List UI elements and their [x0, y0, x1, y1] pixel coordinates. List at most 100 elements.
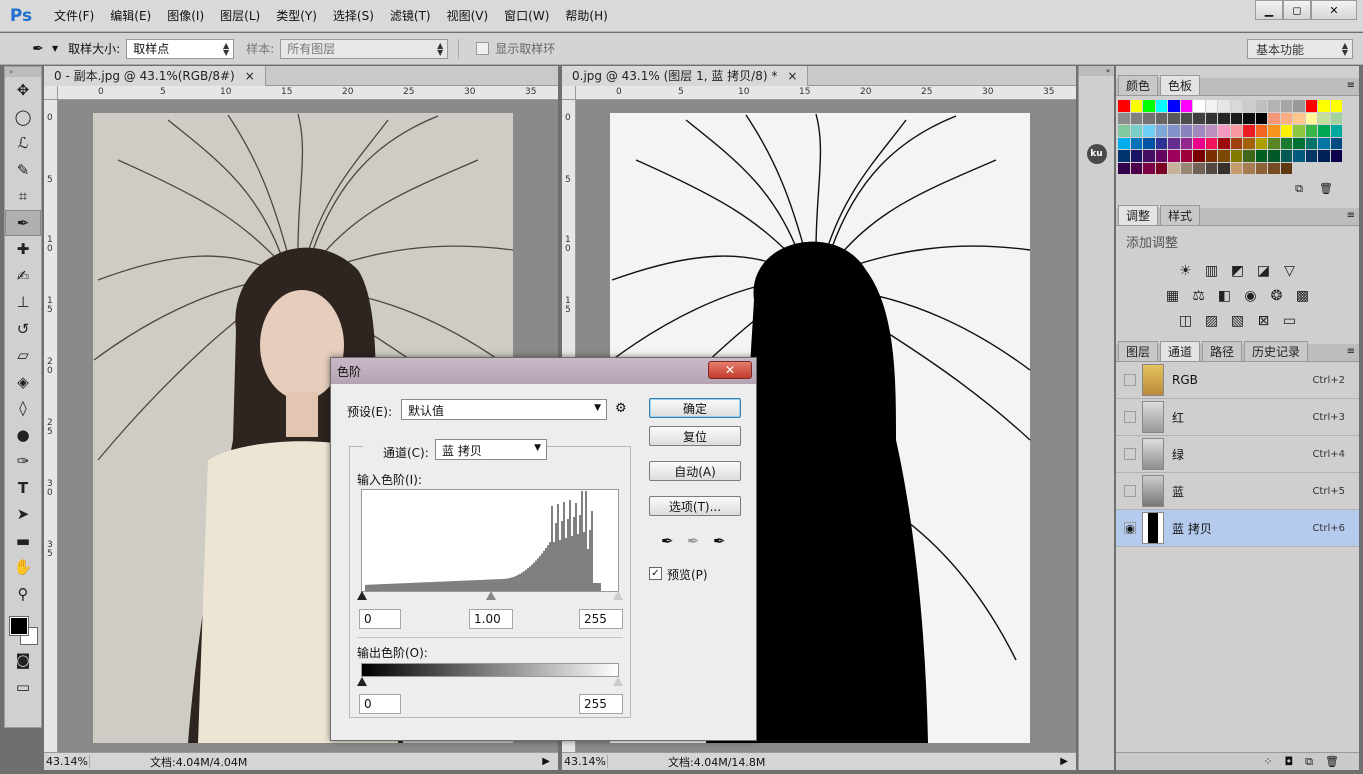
tab-color[interactable]: 颜色 — [1118, 75, 1159, 95]
zoom-level[interactable]: 43.14% — [562, 755, 608, 768]
color-swatch[interactable] — [1155, 112, 1167, 124]
color-swatch[interactable] — [1305, 150, 1317, 162]
color-swatch[interactable] — [1118, 137, 1130, 149]
blur-tool-icon[interactable]: ◊ — [5, 395, 41, 422]
close-icon[interactable]: × — [245, 69, 255, 83]
color-swatch[interactable] — [1318, 137, 1330, 149]
input-white-field[interactable]: 255 — [579, 609, 623, 629]
color-swatch[interactable] — [1155, 150, 1167, 162]
tab-channels[interactable]: 通道 — [1160, 341, 1201, 361]
input-gamma-field[interactable]: 1.00 — [469, 609, 513, 629]
color-swatch[interactable] — [1180, 125, 1192, 137]
color-swatch[interactable] — [1330, 137, 1342, 149]
threshold-icon[interactable]: ▧ — [1228, 312, 1248, 330]
panel-grip[interactable]: « — [1079, 66, 1114, 76]
kuler-icon[interactable]: ku — [1086, 144, 1107, 164]
play-icon[interactable]: ▶ — [542, 756, 550, 767]
foreground-color-swatch[interactable] — [9, 616, 29, 636]
path-select-tool-icon[interactable]: ➤ — [5, 501, 41, 528]
color-swatch[interactable] — [1168, 112, 1180, 124]
color-swatch[interactable] — [1268, 150, 1280, 162]
eraser-tool-icon[interactable]: ▱ — [5, 342, 41, 369]
color-swatch[interactable] — [1205, 100, 1217, 112]
black-white-icon[interactable]: ◧ — [1215, 287, 1235, 305]
history-brush-tool-icon[interactable]: ↺ — [5, 316, 41, 343]
channel-mixer-icon[interactable]: ❂ — [1267, 287, 1287, 305]
posterize-icon[interactable]: ▨ — [1202, 312, 1222, 330]
color-swatch[interactable] — [1180, 137, 1192, 149]
tab-styles[interactable]: 样式 — [1160, 205, 1201, 225]
options-button[interactable]: 选项(T)... — [649, 496, 741, 516]
color-swatch[interactable] — [1268, 137, 1280, 149]
marquee-tool-icon[interactable]: ◯ — [5, 104, 41, 131]
color-swatch[interactable] — [1143, 162, 1155, 174]
color-swatch[interactable] — [1268, 112, 1280, 124]
menu-view[interactable]: 视图(V) — [439, 7, 497, 24]
color-swatch[interactable] — [1143, 150, 1155, 162]
paint-bucket-tool-icon[interactable]: ◈ — [5, 369, 41, 396]
reset-button[interactable]: 复位 — [649, 426, 741, 446]
document-info[interactable]: 文档:4.04M/4.04M — [150, 754, 247, 770]
color-swatch[interactable] — [1330, 125, 1342, 137]
color-swatch[interactable] — [1143, 112, 1155, 124]
color-swatch[interactable] — [1293, 137, 1305, 149]
menu-edit[interactable]: 编辑(E) — [102, 7, 159, 24]
color-balance-icon[interactable]: ⚖ — [1189, 287, 1209, 305]
color-swatch[interactable] — [1293, 125, 1305, 137]
input-black-field[interactable]: 0 — [359, 609, 401, 629]
color-swatch[interactable] — [1255, 162, 1267, 174]
color-swatch[interactable] — [1293, 150, 1305, 162]
color-swatch[interactable] — [1193, 162, 1205, 174]
panel-menu-icon[interactable]: ≡ — [1347, 210, 1355, 221]
color-swatch[interactable] — [1205, 112, 1217, 124]
color-swatch[interactable] — [1168, 125, 1180, 137]
color-swatch[interactable] — [1255, 150, 1267, 162]
document-info[interactable]: 文档:4.04M/14.8M — [668, 754, 765, 770]
color-swatch[interactable] — [1218, 162, 1230, 174]
color-swatch[interactable] — [1193, 137, 1205, 149]
color-swatch[interactable] — [1330, 100, 1342, 112]
color-swatch[interactable] — [1230, 162, 1242, 174]
color-swatch[interactable] — [1318, 100, 1330, 112]
color-swatch[interactable] — [1305, 112, 1317, 124]
pen-tool-icon[interactable]: ✑ — [5, 448, 41, 475]
color-swatch[interactable] — [1255, 125, 1267, 137]
color-swatch[interactable] — [1280, 112, 1292, 124]
channel-row-blue[interactable]: 蓝 Ctrl+5 — [1116, 473, 1359, 510]
new-channel-icon[interactable]: ⧉ — [1305, 755, 1313, 769]
color-swatch[interactable] — [1193, 112, 1205, 124]
color-swatch[interactable] — [1155, 125, 1167, 137]
visibility-toggle[interactable] — [1124, 485, 1136, 497]
menu-select[interactable]: 选择(S) — [325, 7, 382, 24]
dialog-title-bar[interactable]: 色阶 ✕ — [331, 358, 756, 384]
color-swatch[interactable] — [1180, 162, 1192, 174]
horizontal-ruler[interactable]: 0 5 10 15 20 25 30 35 — [576, 86, 1076, 100]
color-swatch[interactable] — [1255, 137, 1267, 149]
color-swatch[interactable] — [1130, 150, 1142, 162]
color-swatch[interactable] — [1205, 125, 1217, 137]
color-swatch[interactable] — [1205, 162, 1217, 174]
color-swatch[interactable] — [1205, 150, 1217, 162]
tab-swatches[interactable]: 色板 — [1160, 75, 1201, 95]
input-gamma-slider[interactable] — [486, 591, 496, 600]
visibility-toggle[interactable] — [1124, 411, 1136, 423]
screen-mode-icon[interactable]: ▭ — [5, 674, 41, 701]
tab-layers[interactable]: 图层 — [1118, 341, 1159, 361]
color-swatch[interactable] — [1268, 162, 1280, 174]
color-swatch[interactable] — [1168, 162, 1180, 174]
color-swatch[interactable] — [1205, 137, 1217, 149]
close-icon[interactable]: × — [787, 69, 797, 83]
eyedropper-preset-icon[interactable]: ✒ — [28, 39, 48, 59]
lasso-tool-icon[interactable]: ℒ — [5, 130, 41, 157]
color-swatch[interactable] — [1118, 100, 1130, 112]
dodge-tool-icon[interactable]: ● — [5, 422, 41, 449]
color-swatch[interactable] — [1255, 112, 1267, 124]
gray-eyedropper-icon[interactable]: ✒ — [687, 532, 700, 550]
crop-tool-icon[interactable]: ⌗ — [5, 183, 41, 210]
menu-window[interactable]: 窗口(W) — [496, 7, 557, 24]
minimize-icon[interactable]: ▁ — [1255, 0, 1283, 20]
panel-grip[interactable]: » — [5, 67, 41, 77]
color-swatch[interactable] — [1243, 100, 1255, 112]
tab-history[interactable]: 历史记录 — [1244, 341, 1309, 361]
color-swatch[interactable] — [1293, 112, 1305, 124]
